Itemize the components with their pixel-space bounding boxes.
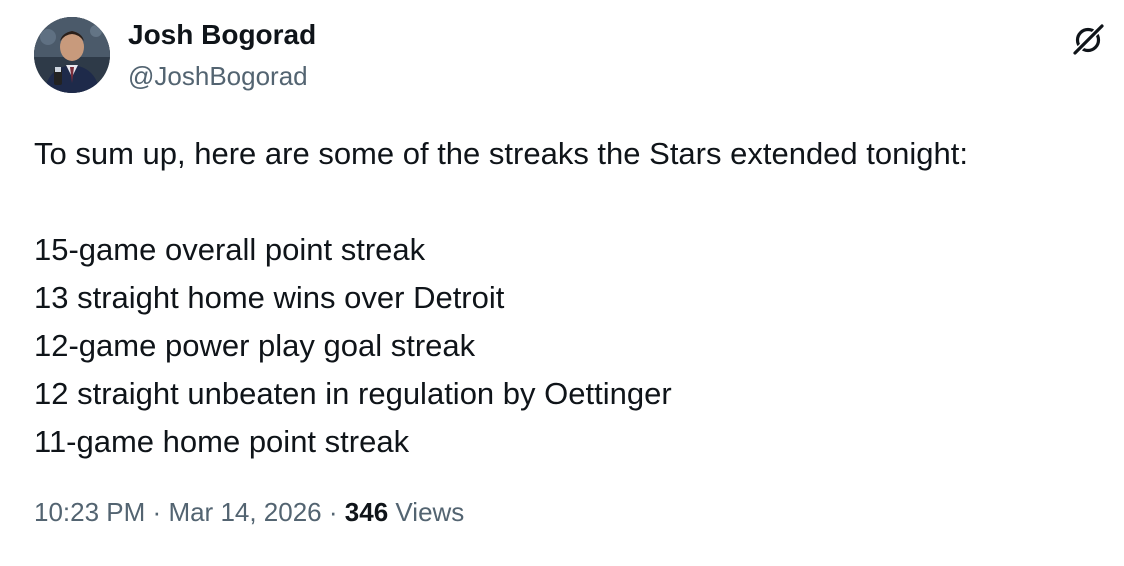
views-label[interactable]: Views [395,497,464,527]
avatar-image [34,17,110,93]
views-count[interactable]: 346 [345,497,388,527]
streak-line: 13 straight home wins over Detroit [34,280,505,315]
grok-icon-glyph [1073,24,1104,55]
streak-line: 12-game power play goal streak [34,328,476,363]
post-date[interactable]: Mar 14, 2026 [168,497,321,527]
post-time[interactable]: 10:23 PM [34,497,145,527]
grok-icon[interactable] [1068,20,1108,60]
post-meta: 10:23 PM · Mar 14, 2026 · 346 Views [34,497,464,528]
meta-separator: · [328,497,338,527]
author-display-name[interactable]: Josh Bogorad [128,19,316,51]
streak-line: 12 straight unbeaten in regulation by Oe… [34,376,672,411]
post-intro: To sum up, here are some of the streaks … [34,136,968,171]
avatar[interactable] [34,17,110,93]
author-handle[interactable]: @JoshBogorad [128,61,308,92]
streak-line: 11-game home point streak [34,424,410,459]
post-text: To sum up, here are some of the streaks … [34,130,1094,466]
meta-separator: · [152,497,162,527]
streak-line: 15-game overall point streak [34,232,426,267]
